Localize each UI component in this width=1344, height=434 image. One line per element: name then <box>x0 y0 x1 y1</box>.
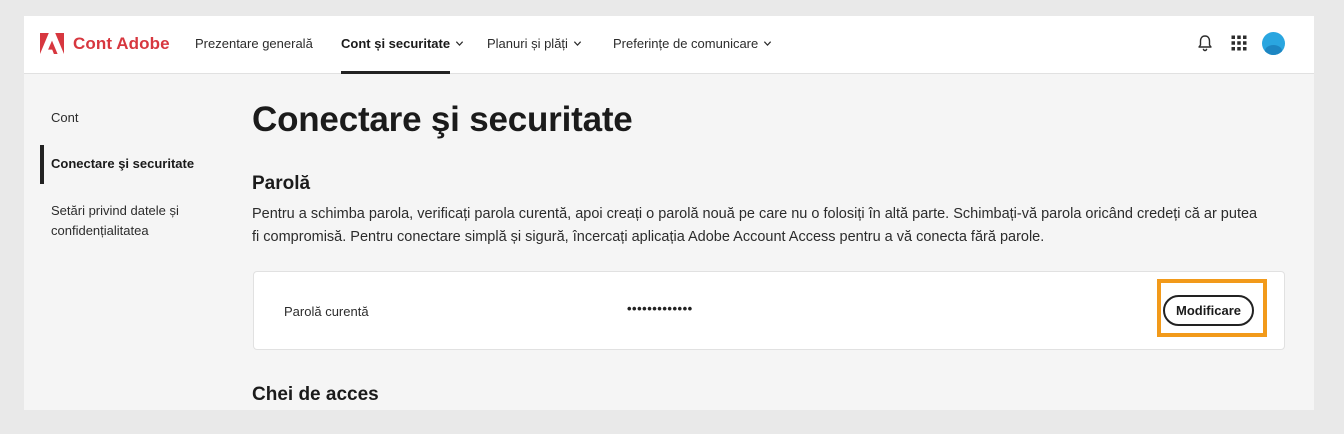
nav-item-overview[interactable]: Prezentare generală <box>195 36 313 51</box>
sidebar-item-data-privacy[interactable]: Setări privind datele și confidențialita… <box>51 201 179 241</box>
sidebar-item-account[interactable]: Cont <box>51 108 78 128</box>
passkeys-section-title: Chei de acces <box>252 384 379 405</box>
nav-item-label: Cont și securitate <box>341 36 451 51</box>
password-section-title: Parolă <box>252 173 311 194</box>
current-password-card: Parolă curentă ••••••••••••• Modificare <box>253 271 1285 350</box>
chevron-down-icon <box>764 41 772 47</box>
current-password-label: Parolă curentă <box>284 304 369 319</box>
password-section-description: Pentru a schimba parola, verificați paro… <box>252 206 1258 245</box>
modify-password-button[interactable]: Modificare <box>1163 295 1254 326</box>
nav-item-plans-payments[interactable]: Planuri și plăți <box>487 36 582 51</box>
nav-item-account-security[interactable]: Cont și securitate <box>341 36 464 51</box>
chevron-down-icon <box>455 41 464 47</box>
nav-item-label: Preferințe de comunicare <box>613 36 759 51</box>
nav-item-label: Planuri și plăți <box>487 36 568 51</box>
brand-name: Cont Adobe <box>73 34 170 53</box>
current-password-value: ••••••••••••• <box>627 301 693 316</box>
sidebar-item-label: confidențialitatea <box>51 223 149 238</box>
sidebar-item-label: Conectare şi securitate <box>51 156 195 171</box>
chevron-down-icon <box>573 41 582 47</box>
app-window: Cont Adobe Prezentare generală Cont și s… <box>24 16 1314 410</box>
brand[interactable]: Cont Adobe <box>40 33 170 55</box>
sidebar-item-label: Cont <box>51 110 79 125</box>
sidebar-active-indicator <box>40 145 44 184</box>
apps-grid-icon[interactable] <box>1231 35 1247 51</box>
adobe-logo-icon <box>40 33 64 54</box>
nav-item-communication-preferences[interactable]: Preferințe de comunicare <box>613 36 772 51</box>
sidebar-item-login-security[interactable]: Conectare şi securitate <box>51 154 194 174</box>
sidebar-item-label: Setări privind datele și <box>51 203 179 218</box>
nav-item-label: Prezentare generală <box>195 36 313 51</box>
avatar[interactable] <box>1262 32 1285 55</box>
page-title: Conectare şi securitate <box>252 100 633 139</box>
active-tab-indicator <box>341 71 450 74</box>
top-navigation-bar: Cont Adobe Prezentare generală Cont și s… <box>24 16 1314 74</box>
bell-icon[interactable] <box>1197 34 1213 52</box>
